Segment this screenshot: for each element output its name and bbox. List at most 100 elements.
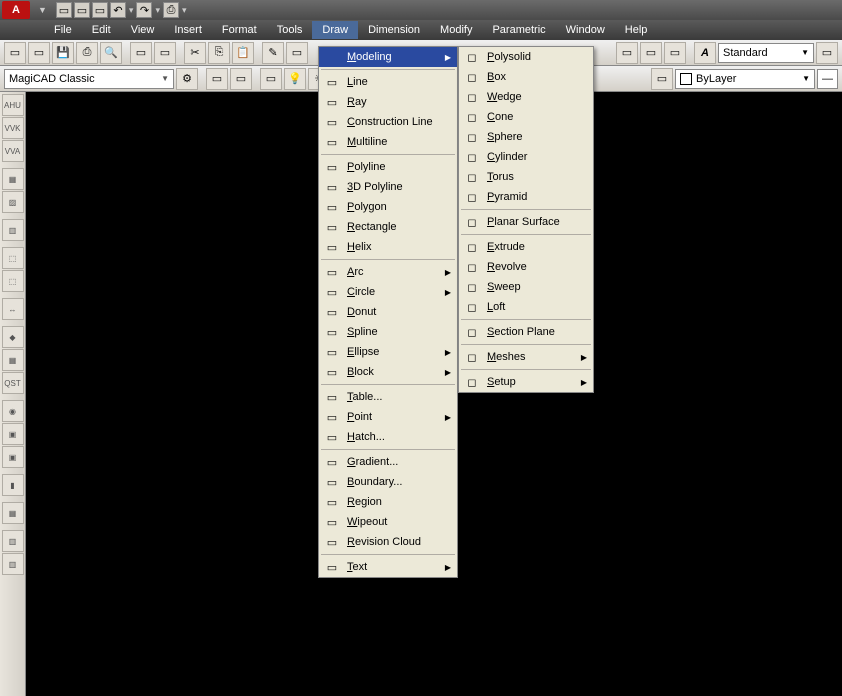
left-tool-14[interactable]: ◆ — [2, 326, 24, 348]
lineweight-combo[interactable]: — — [817, 69, 838, 89]
modeling-menu-item-revolve[interactable]: ◻Revolve — [459, 257, 593, 277]
tool-dim2-icon[interactable]: ▭ — [640, 42, 662, 64]
dropdown-arrow-icon[interactable]: ▼ — [38, 5, 47, 15]
menu-tools[interactable]: Tools — [267, 21, 313, 39]
draw-menu-item-donut[interactable]: ▭Donut — [319, 302, 457, 322]
left-tool-26[interactable]: ▥ — [2, 530, 24, 552]
draw-menu-item-ray[interactable]: ▭Ray — [319, 92, 457, 112]
modeling-menu-item-loft[interactable]: ◻Loft — [459, 297, 593, 317]
left-tool-19[interactable]: ▣ — [2, 423, 24, 445]
redo-icon[interactable]: ↷ — [136, 2, 152, 18]
modeling-menu-item-setup[interactable]: ◻Setup▶ — [459, 372, 593, 392]
draw-menu-item-ellipse[interactable]: ▭Ellipse▶ — [319, 342, 457, 362]
modeling-menu-item-sphere[interactable]: ◻Sphere — [459, 127, 593, 147]
tool-match-icon[interactable]: ✎ — [262, 42, 284, 64]
workspace-combo[interactable]: MagiCAD Classic ▼ — [4, 69, 174, 89]
menu-edit[interactable]: Edit — [82, 21, 121, 39]
menu-dimension[interactable]: Dimension — [358, 21, 430, 39]
tool-publish-icon[interactable]: ▭ — [130, 42, 152, 64]
draw-menu-item-arc[interactable]: ▭Arc▶ — [319, 262, 457, 282]
draw-menu-item-table-[interactable]: ▭Table... — [319, 387, 457, 407]
tool-layer1-icon[interactable]: ▭ — [206, 68, 228, 90]
tool-dim3-icon[interactable]: ▭ — [664, 42, 686, 64]
modeling-menu-item-torus[interactable]: ◻Torus — [459, 167, 593, 187]
modeling-menu-item-pyramid[interactable]: ◻Pyramid — [459, 187, 593, 207]
menu-parametric[interactable]: Parametric — [482, 21, 555, 39]
draw-menu-item-hatch-[interactable]: ▭Hatch... — [319, 427, 457, 447]
draw-menu-item-3d-polyline[interactable]: ▭3D Polyline — [319, 177, 457, 197]
modeling-menu-item-extrude[interactable]: ◻Extrude — [459, 237, 593, 257]
left-tool-9[interactable]: ⬚ — [2, 247, 24, 269]
tool-bulb-icon[interactable]: 💡 — [284, 68, 306, 90]
draw-menu-item-multiline[interactable]: ▭Multiline — [319, 132, 457, 152]
text-style-combo[interactable]: Standard ▼ — [718, 43, 814, 63]
tool-text-icon[interactable]: A — [694, 42, 716, 64]
left-tool-18[interactable]: ◉ — [2, 400, 24, 422]
menu-view[interactable]: View — [121, 21, 165, 39]
modeling-menu-item-wedge[interactable]: ◻Wedge — [459, 87, 593, 107]
draw-menu-item-boundary-[interactable]: ▭Boundary... — [319, 472, 457, 492]
modeling-menu-item-cone[interactable]: ◻Cone — [459, 107, 593, 127]
save-icon[interactable]: ▭ — [92, 2, 108, 18]
modeling-menu-item-sweep[interactable]: ◻Sweep — [459, 277, 593, 297]
open-icon[interactable]: ▭ — [74, 2, 90, 18]
draw-menu-item-block[interactable]: ▭Block▶ — [319, 362, 457, 382]
draw-menu-item-modeling[interactable]: Modeling▶ — [319, 47, 457, 67]
left-tool-16[interactable]: QST — [2, 372, 24, 394]
draw-menu-item-point[interactable]: ▭Point▶ — [319, 407, 457, 427]
modeling-menu-item-cylinder[interactable]: ◻Cylinder — [459, 147, 593, 167]
left-tool-4[interactable]: ▦ — [2, 168, 24, 190]
tool-layer3-icon[interactable]: ▭ — [260, 68, 282, 90]
left-tool-2[interactable]: VVA — [2, 140, 24, 162]
left-tool-1[interactable]: VVK — [2, 117, 24, 139]
left-tool-27[interactable]: ▥ — [2, 553, 24, 575]
print-icon[interactable]: ⎙ — [163, 2, 179, 18]
modeling-menu-item-box[interactable]: ◻Box — [459, 67, 593, 87]
tool-annoscale-icon[interactable]: ▭ — [816, 42, 838, 64]
tool-cut-icon[interactable]: ✂ — [184, 42, 206, 64]
draw-menu-item-wipeout[interactable]: ▭Wipeout — [319, 512, 457, 532]
tool-3ddwf-icon[interactable]: ▭ — [154, 42, 176, 64]
tool-dim-icon[interactable]: ▭ — [616, 42, 638, 64]
modeling-menu-item-section-plane[interactable]: ◻Section Plane — [459, 322, 593, 342]
draw-menu-item-circle[interactable]: ▭Circle▶ — [319, 282, 457, 302]
left-tool-22[interactable]: ▮ — [2, 474, 24, 496]
left-tool-20[interactable]: ▣ — [2, 446, 24, 468]
tool-paste-icon[interactable]: 📋 — [232, 42, 254, 64]
draw-menu-item-spline[interactable]: ▭Spline — [319, 322, 457, 342]
draw-menu-item-polyline[interactable]: ▭Polyline — [319, 157, 457, 177]
menu-window[interactable]: Window — [556, 21, 615, 39]
left-tool-15[interactable]: ▦ — [2, 349, 24, 371]
draw-menu-item-region[interactable]: ▭Region — [319, 492, 457, 512]
left-tool-10[interactable]: ⬚ — [2, 270, 24, 292]
undo-icon[interactable]: ↶ — [110, 2, 126, 18]
tool-open-icon[interactable]: ▭ — [28, 42, 50, 64]
menu-file[interactable]: File — [44, 21, 82, 39]
redo-dropdown-icon[interactable]: ▾ — [155, 5, 160, 16]
menu-format[interactable]: Format — [212, 21, 267, 39]
layer-color-combo[interactable]: ByLayer ▼ — [675, 69, 815, 89]
tool-copy-icon[interactable]: ⎘ — [208, 42, 230, 64]
left-tool-24[interactable]: ▦ — [2, 502, 24, 524]
modeling-menu-item-polysolid[interactable]: ◻Polysolid — [459, 47, 593, 67]
tool-ws-settings-icon[interactable]: ⚙ — [176, 68, 198, 90]
draw-menu-item-text[interactable]: ▭Text▶ — [319, 557, 457, 577]
tool-block-icon[interactable]: ▭ — [286, 42, 308, 64]
menu-help[interactable]: Help — [615, 21, 658, 39]
print-dropdown-icon[interactable]: ▾ — [182, 5, 187, 16]
tool-preview-icon[interactable]: 🔍 — [100, 42, 122, 64]
draw-menu-item-gradient-[interactable]: ▭Gradient... — [319, 452, 457, 472]
tool-color-icon[interactable]: ▭ — [651, 68, 673, 90]
left-tool-12[interactable]: ↔ — [2, 298, 24, 320]
menu-draw[interactable]: Draw — [312, 21, 358, 39]
draw-menu-item-helix[interactable]: ▭Helix — [319, 237, 457, 257]
modeling-menu-item-meshes[interactable]: ◻Meshes▶ — [459, 347, 593, 367]
draw-menu-item-polygon[interactable]: ▭Polygon — [319, 197, 457, 217]
draw-menu-item-construction-line[interactable]: ▭Construction Line — [319, 112, 457, 132]
menu-insert[interactable]: Insert — [164, 21, 212, 39]
new-icon[interactable]: ▭ — [56, 2, 72, 18]
draw-menu-item-rectangle[interactable]: ▭Rectangle — [319, 217, 457, 237]
left-tool-5[interactable]: ▨ — [2, 191, 24, 213]
draw-menu-item-revision-cloud[interactable]: ▭Revision Cloud — [319, 532, 457, 552]
left-tool-0[interactable]: AHU — [2, 94, 24, 116]
